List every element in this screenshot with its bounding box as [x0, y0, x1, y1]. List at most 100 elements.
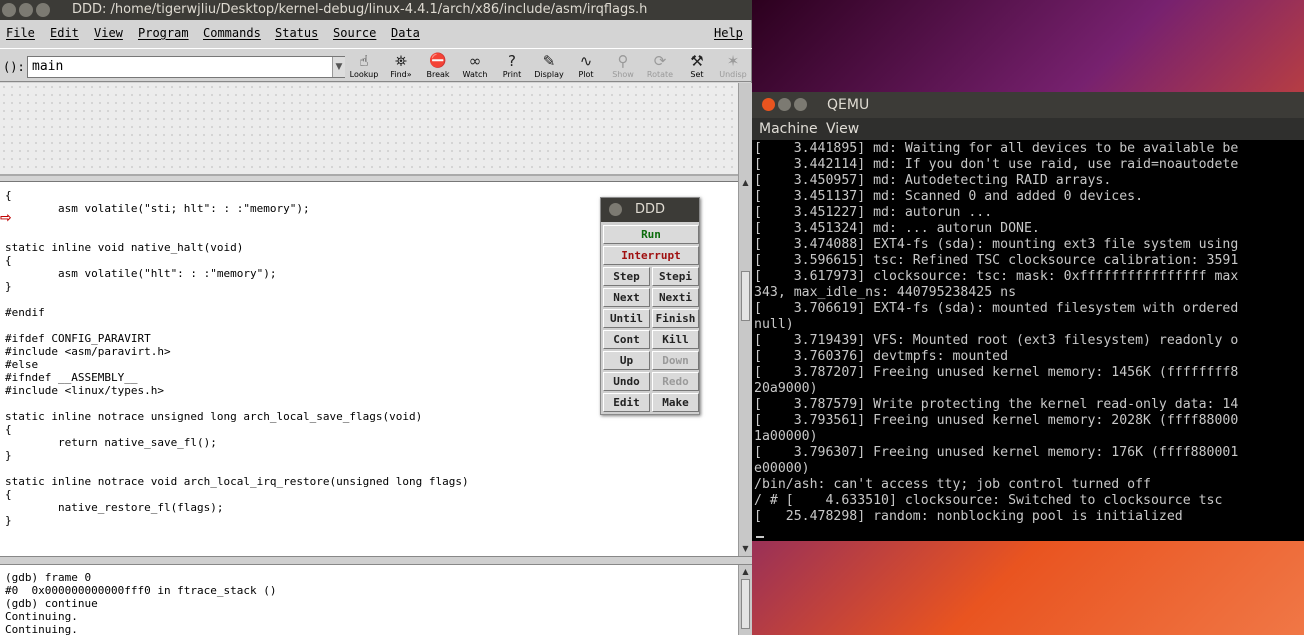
argument-label: ():: [3, 60, 25, 74]
gdb-console[interactable]: (gdb) frame 0 #0 0x000000000000fff0 in f…: [0, 565, 738, 635]
console-line: [ 3.706619] EXT4-fs (sda): mounted files…: [754, 301, 1239, 316]
console-line: [ 3.474088] EXT4-fs (sda): mounting ext3…: [754, 237, 1239, 252]
menu-commands[interactable]: Commands: [203, 26, 261, 40]
source-line: asm volatile("hlt": : :"memory");: [5, 267, 277, 280]
menu-edit[interactable]: Edit: [50, 26, 79, 40]
command-tool-window: DDD Run Interrupt Step Stepi Next Nexti …: [600, 197, 700, 415]
lookup-button[interactable]: ☝ Lookup: [345, 52, 383, 82]
console-line: e00000): [754, 461, 810, 476]
run-button[interactable]: Run: [603, 225, 699, 244]
menu-view[interactable]: View: [94, 26, 123, 40]
break-button[interactable]: ⛔ Break: [419, 52, 457, 82]
console-line: [ 3.719439] VFS: Mounted root (ext3 file…: [754, 333, 1239, 348]
plot-icon: ∿: [579, 52, 593, 70]
argument-input[interactable]: main: [27, 56, 345, 78]
print-button[interactable]: ? Print: [493, 52, 531, 82]
plot-button[interactable]: ∿ Plot: [567, 52, 605, 82]
set-button[interactable]: ⚒ Set: [678, 52, 716, 82]
ddd-window: DDD: /home/tigerwjliu/Desktop/kernel-deb…: [0, 0, 752, 635]
qemu-console[interactable]: [ 3.441895] md: Waiting for all devices …: [754, 141, 1304, 541]
gdb-line: (gdb) continue: [5, 597, 98, 610]
maximize-icon[interactable]: [36, 3, 50, 17]
source-line: return native_save_fl();: [5, 436, 217, 449]
minimize-icon[interactable]: [778, 98, 791, 111]
rotate-button[interactable]: ⟳ Rotate: [641, 52, 679, 82]
console-line: [ 3.787579] Write protecting the kernel …: [754, 397, 1239, 412]
set-icon: ⚒: [690, 52, 704, 70]
source-scroll-thumb[interactable]: [741, 271, 750, 321]
console-line: [ 3.793561] Freeing unused kernel memory…: [754, 413, 1239, 428]
console-line: [ 25.478298] random: nonblocking pool is…: [754, 509, 1183, 524]
source-line: {: [5, 189, 12, 202]
menu-file[interactable]: File: [6, 26, 35, 40]
data-window-scrollbar[interactable]: [738, 83, 752, 176]
menu-machine[interactable]: Machine: [759, 118, 818, 140]
stepi-button[interactable]: Stepi: [652, 267, 699, 286]
break-stop-icon: ⛔: [429, 53, 447, 69]
step-button[interactable]: Step: [603, 267, 650, 286]
menu-status[interactable]: Status: [275, 26, 318, 40]
qemu-title: QEMU: [827, 97, 870, 113]
console-line: null): [754, 317, 794, 332]
execution-position-arrow-icon: ⇨: [0, 210, 12, 226]
console-line: /bin/ash: can't access tty; job control …: [754, 477, 1151, 492]
scroll-up-icon[interactable]: ▲: [740, 566, 751, 577]
undisp-button[interactable]: ✶ Undisp: [714, 52, 752, 82]
watch-glasses-icon: ∞: [468, 52, 482, 70]
down-button[interactable]: Down: [652, 351, 699, 370]
minimize-icon[interactable]: [19, 3, 33, 17]
console-line: [ 3.796307] Freeing unused kernel memory…: [754, 445, 1239, 460]
source-line: #ifdef CONFIG_PARAVIRT: [5, 332, 151, 345]
source-line: asm volatile("sti; hlt": : :"memory");: [5, 202, 310, 215]
scroll-up-icon[interactable]: ▲: [740, 177, 751, 188]
redo-button[interactable]: Redo: [652, 372, 699, 391]
source-window-scrollbar[interactable]: ▲ ▼: [738, 176, 752, 556]
console-cursor: [756, 536, 764, 538]
menu-help[interactable]: Help: [714, 26, 743, 40]
argument-dropdown-icon[interactable]: ▼: [332, 57, 345, 77]
menu-program[interactable]: Program: [138, 26, 189, 40]
toolbar: (): main ▼ ☝ Lookup ⛯ Find» ⛔ Break ∞ Watch …: [0, 48, 752, 82]
show-magnifier-icon: ⚲: [617, 52, 629, 70]
menu-view[interactable]: View: [826, 118, 859, 140]
finish-button[interactable]: Finish: [652, 309, 699, 328]
find-button[interactable]: ⛯ Find»: [382, 52, 420, 82]
source-line: }: [5, 514, 12, 527]
command-tool-titlebar[interactable]: DDD: [601, 198, 699, 222]
display-button[interactable]: ✎ Display: [530, 52, 568, 82]
up-button[interactable]: Up: [603, 351, 650, 370]
close-icon[interactable]: [762, 98, 775, 111]
show-button[interactable]: ⚲ Show: [604, 52, 642, 82]
gdb-console-scrollbar[interactable]: ▲: [738, 565, 752, 635]
source-line: }: [5, 449, 12, 462]
source-line: {: [5, 254, 12, 267]
scroll-down-icon[interactable]: ▼: [740, 543, 751, 554]
until-button[interactable]: Until: [603, 309, 650, 328]
pane-sash[interactable]: [0, 556, 752, 565]
close-icon[interactable]: [609, 203, 622, 216]
undo-button[interactable]: Undo: [603, 372, 650, 391]
gdb-line: #0 0x000000000000fff0 in ftrace_stack (): [5, 584, 277, 597]
nexti-button[interactable]: Nexti: [652, 288, 699, 307]
gdb-line: (gdb) frame 0: [5, 571, 92, 584]
cont-button[interactable]: Cont: [603, 330, 650, 349]
console-line: 20a9000): [754, 381, 818, 396]
gdb-scroll-thumb[interactable]: [741, 579, 750, 629]
qemu-titlebar[interactable]: QEMU: [752, 92, 1304, 118]
menu-data[interactable]: Data: [391, 26, 420, 40]
make-button[interactable]: Make: [652, 393, 699, 412]
console-line: [ 3.441895] md: Waiting for all devices …: [754, 141, 1239, 156]
data-window[interactable]: [0, 83, 738, 176]
kill-button[interactable]: Kill: [652, 330, 699, 349]
ddd-titlebar[interactable]: DDD: /home/tigerwjliu/Desktop/kernel-deb…: [0, 0, 752, 20]
menu-source[interactable]: Source: [333, 26, 376, 40]
close-icon[interactable]: [2, 3, 16, 17]
source-line: #endif: [5, 306, 45, 319]
next-button[interactable]: Next: [603, 288, 650, 307]
qemu-window: QEMU Machine View [ 3.441895] md: Waitin…: [752, 92, 1304, 541]
watch-button[interactable]: ∞ Watch: [456, 52, 494, 82]
print-question-icon: ?: [508, 52, 516, 70]
maximize-icon[interactable]: [794, 98, 807, 111]
edit-button[interactable]: Edit: [603, 393, 650, 412]
interrupt-button[interactable]: Interrupt: [603, 246, 699, 265]
